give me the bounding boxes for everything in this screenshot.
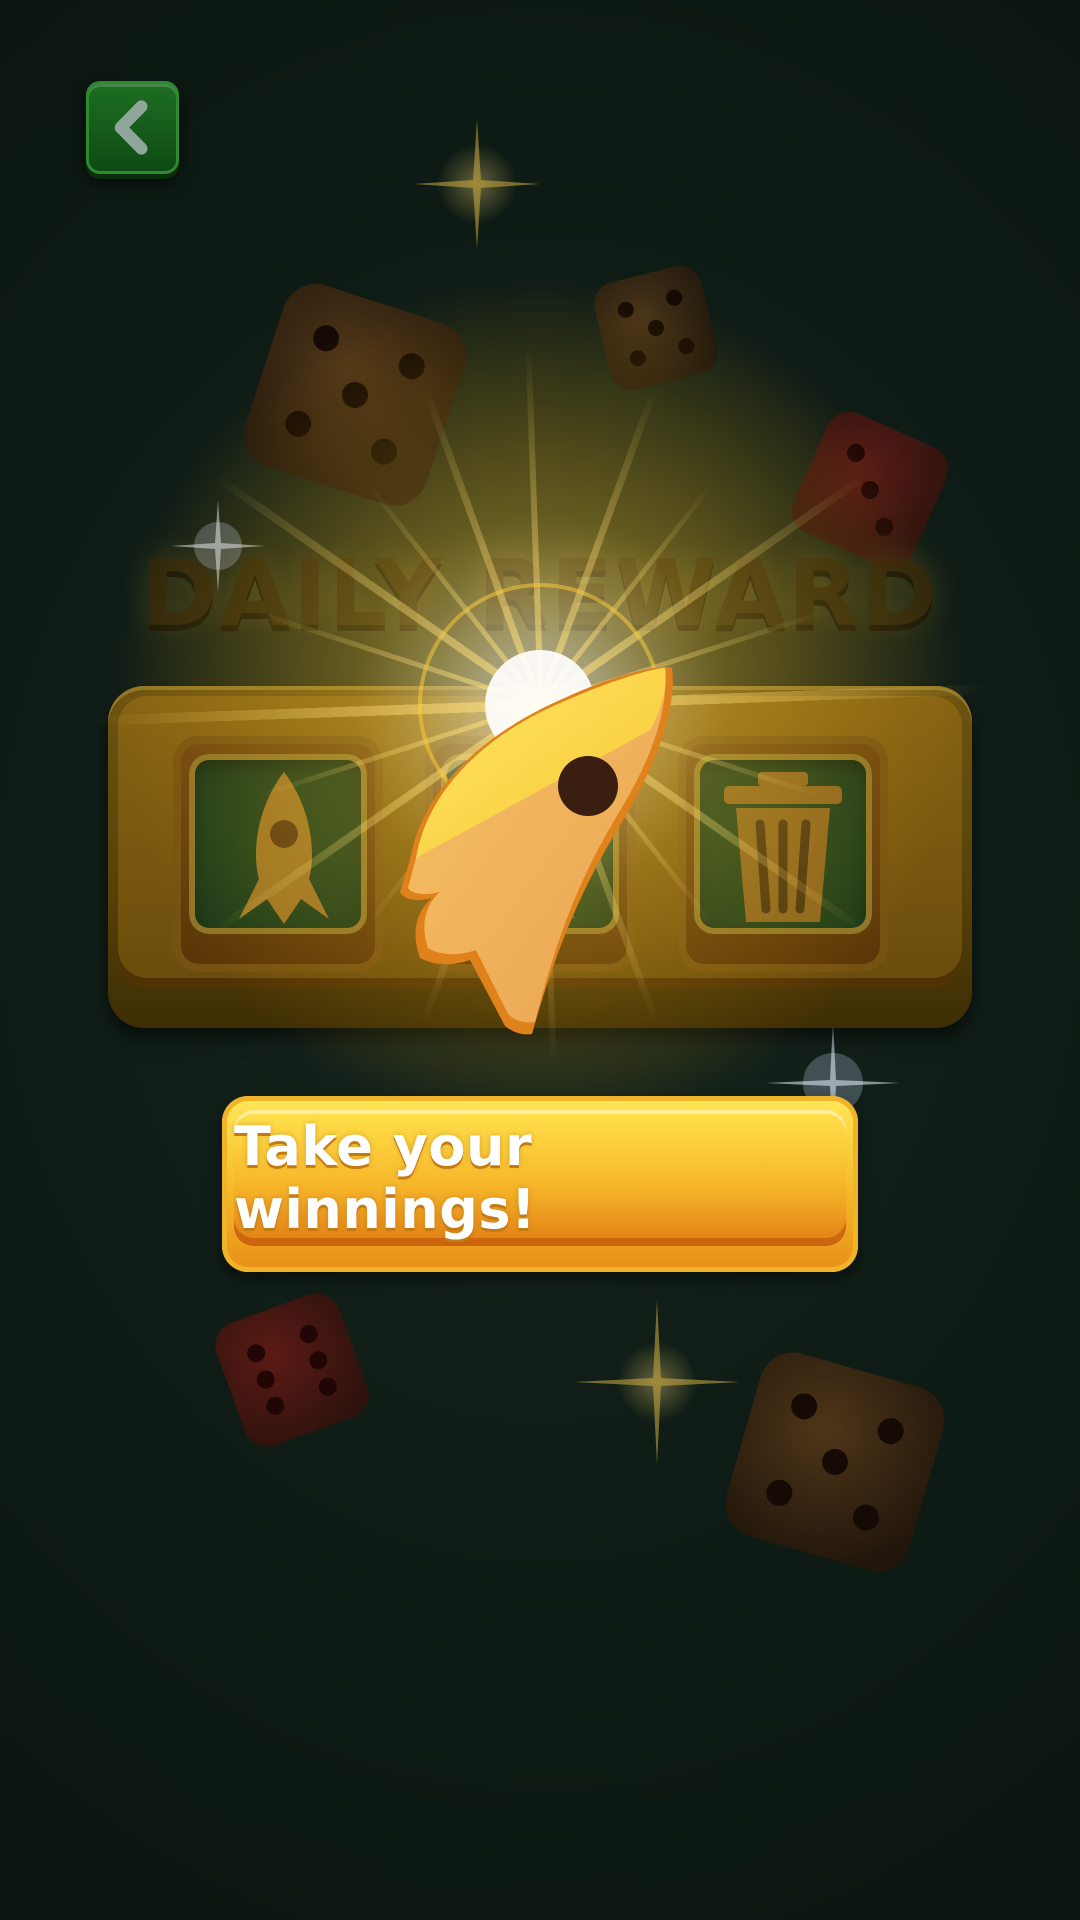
sparkle-decoration [574,1300,740,1464]
reward-slot [678,736,888,972]
sparkle-decoration [414,120,540,248]
reward-slot-window [694,754,872,934]
page-title: DAILY REWARD [140,540,940,647]
trash-can-icon [724,772,842,922]
reward-slot [173,736,383,972]
die-decoration [244,284,466,506]
die-decoration [725,1352,945,1572]
claim-button-face: Take your winnings! [234,1110,846,1246]
claim-winnings-button[interactable]: Take your winnings! [222,1096,858,1272]
reward-slot-window [189,754,367,934]
die-decoration [215,1293,369,1447]
daily-reward-screen: DAILY REWARD Take your winnings! [0,0,1080,1920]
chevron-left-icon [114,100,148,155]
reward-frame-inner [118,696,962,988]
back-button[interactable] [86,81,179,174]
claim-button-label: Take your winnings! [234,1115,537,1241]
reward-slot-window [441,754,619,934]
rocket-icon [239,772,329,924]
rocket-icon [485,772,575,924]
reward-slot-machine [108,686,972,1028]
reward-slot [425,736,635,972]
die-decoration [593,265,719,391]
